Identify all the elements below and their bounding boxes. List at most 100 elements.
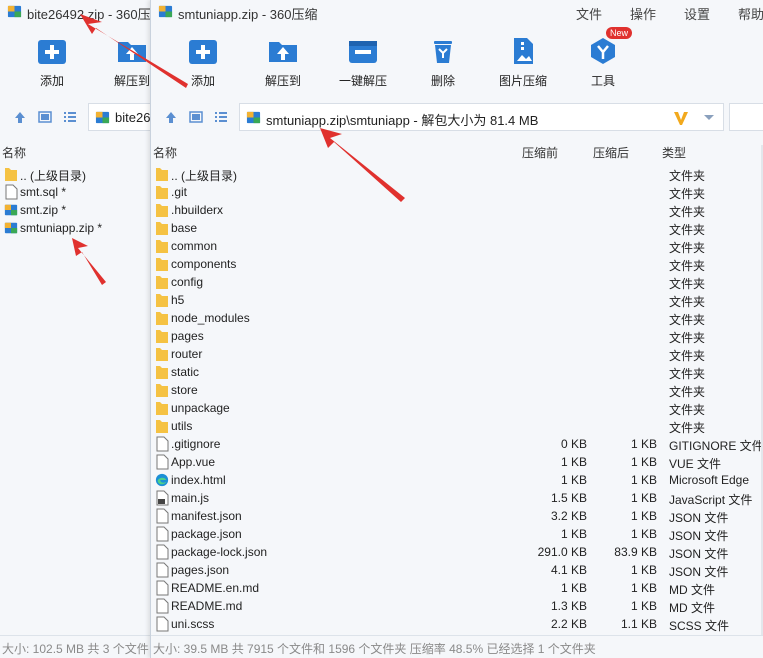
item-type: MD 文件 xyxy=(669,583,715,597)
list-item[interactable]: smt.zip * xyxy=(0,201,160,219)
table-row[interactable]: README.en.md 1 KB 1 KB MD 文件 xyxy=(151,579,763,597)
item-type: 文件夹 xyxy=(669,367,706,381)
item-type: JavaScript 文件 xyxy=(669,493,753,507)
image-compress-button[interactable]: 图片压缩 xyxy=(490,32,556,89)
table-row[interactable]: manifest.json 3.2 KB 1 KB JSON 文件 xyxy=(151,507,763,525)
search-box[interactable] xyxy=(729,103,763,131)
item-name: .. (上级目录) xyxy=(20,169,86,183)
col-name[interactable]: 名称 xyxy=(153,144,177,161)
one-click-extract-button[interactable]: 一键解压 xyxy=(330,32,396,89)
table-row[interactable]: store 文件夹 xyxy=(151,381,763,399)
delete-icon xyxy=(434,41,452,63)
table-row[interactable]: unpackage 文件夹 xyxy=(151,399,763,417)
item-name: uni.scss xyxy=(171,617,215,631)
column-header: 名称 压缩前 压缩后 类型 xyxy=(151,143,763,161)
table-row[interactable]: uni.scss 2.2 KB 1.1 KB SCSS 文件 xyxy=(151,615,763,633)
table-row[interactable]: router 文件夹 xyxy=(151,345,763,363)
extract-to-button[interactable]: 解压到 xyxy=(250,32,316,89)
table-row[interactable]: main.js 1.5 KB 1 KB JavaScript 文件 xyxy=(151,489,763,507)
table-row[interactable]: config 文件夹 xyxy=(151,273,763,291)
menu-operate[interactable]: 操作 xyxy=(630,4,656,23)
list-item[interactable]: .. (上级目录) xyxy=(0,165,160,183)
item-size-before: 3.2 KB xyxy=(550,509,587,523)
zip-archive-icon xyxy=(158,5,173,18)
table-row[interactable]: node_modules 文件夹 xyxy=(151,309,763,327)
item-name: pages xyxy=(171,329,204,343)
v-logo-icon[interactable] xyxy=(673,110,689,126)
menu-settings[interactable]: 设置 xyxy=(684,4,710,23)
table-row[interactable]: common 文件夹 xyxy=(151,237,763,255)
table-row[interactable]: package-lock.json 291.0 KB 83.9 KB JSON 文件 xyxy=(151,543,763,561)
address-bar[interactable]: smtuniapp.zip\smtuniapp - 解包大小为 81.4 MB xyxy=(239,103,724,131)
table-row[interactable]: base 文件夹 xyxy=(151,219,763,237)
up-arrow-icon[interactable] xyxy=(164,110,178,124)
item-name: static xyxy=(171,365,200,379)
file-icon xyxy=(156,454,169,470)
item-type: 文件夹 xyxy=(669,223,706,237)
item-name: .gitignore xyxy=(171,437,221,451)
one-click-extract-icon xyxy=(349,41,377,63)
table-row[interactable]: App.vue 1 KB 1 KB VUE 文件 xyxy=(151,453,763,471)
col-type[interactable]: 类型 xyxy=(662,144,686,161)
add-icon xyxy=(38,40,66,64)
menu-help[interactable]: 帮助 xyxy=(738,4,763,23)
back-add-button[interactable]: 添加 xyxy=(19,32,85,89)
back-title-bar: bite26492.zip - 360压缩 xyxy=(0,0,160,24)
item-size-before: 1 KB xyxy=(560,473,587,487)
item-name: node_modules xyxy=(171,311,250,325)
tools-label: 工具 xyxy=(590,74,615,88)
chevron-down-icon[interactable] xyxy=(703,114,715,122)
list-item[interactable]: smtuniapp.zip * xyxy=(0,219,160,237)
add-button[interactable]: 添加 xyxy=(170,32,236,89)
item-name: config xyxy=(171,275,204,289)
item-name: main.js xyxy=(171,491,210,505)
item-name: common xyxy=(171,239,218,253)
table-row[interactable]: .git 文件夹 xyxy=(151,183,763,201)
item-name: smt.sql * xyxy=(20,185,67,199)
table-row[interactable]: .hbuilderx 文件夹 xyxy=(151,201,763,219)
back-col-name[interactable]: 名称 xyxy=(2,144,26,161)
menu-file[interactable]: 文件 xyxy=(576,4,602,23)
table-row[interactable]: README.md 1.3 KB 1 KB MD 文件 xyxy=(151,597,763,615)
item-name: package-lock.json xyxy=(171,545,268,559)
up-arrow-icon[interactable] xyxy=(13,110,27,124)
col-before[interactable]: 压缩前 xyxy=(522,144,558,161)
item-type: 文件夹 xyxy=(669,331,706,345)
front-window-title: smtuniapp.zip - 360压缩 xyxy=(178,7,318,22)
item-name: .. (上级目录) xyxy=(171,169,237,183)
item-size-before: 1.5 KB xyxy=(550,491,587,505)
front-window: smtuniapp.zip - 360压缩 文件 操作 设置 帮助 添加 解压到… xyxy=(150,0,763,658)
folder-icon xyxy=(156,402,168,415)
list-view-icon[interactable] xyxy=(63,110,77,124)
js-file-icon xyxy=(156,490,169,506)
back-window: bite26492.zip - 360压缩 添加 解压到 bite26492.z… xyxy=(0,0,160,658)
item-size-before: 1 KB xyxy=(560,455,587,469)
list-view-icon[interactable] xyxy=(214,110,228,124)
table-row[interactable]: pages 文件夹 xyxy=(151,327,763,345)
view-icon[interactable] xyxy=(38,110,52,124)
delete-button[interactable]: 删除 xyxy=(410,32,476,89)
table-row[interactable]: components 文件夹 xyxy=(151,255,763,273)
item-type: VUE 文件 xyxy=(669,457,722,471)
item-type: 文件夹 xyxy=(669,313,706,327)
view-icon[interactable] xyxy=(189,110,203,124)
table-row[interactable]: static 文件夹 xyxy=(151,363,763,381)
item-type: GITIGNORE 文件 xyxy=(669,439,763,453)
tools-button[interactable]: 工具 xyxy=(570,32,636,89)
folder-icon xyxy=(156,186,168,199)
item-name: manifest.json xyxy=(171,509,242,523)
table-row[interactable]: index.html 1 KB 1 KB Microsoft Edge xyxy=(151,471,763,489)
table-row[interactable]: package.json 1 KB 1 KB JSON 文件 xyxy=(151,525,763,543)
list-item[interactable]: smt.sql * xyxy=(0,183,160,201)
item-type: JSON 文件 xyxy=(669,529,729,543)
item-size-before: 1.3 KB xyxy=(550,599,587,613)
item-size-after: 1 KB xyxy=(630,437,657,451)
table-row[interactable]: .. (上级目录) 文件夹 xyxy=(151,165,763,183)
table-row[interactable]: h5 文件夹 xyxy=(151,291,763,309)
col-after[interactable]: 压缩后 xyxy=(593,144,629,161)
item-size-after: 83.9 KB xyxy=(614,545,657,559)
file-icon xyxy=(156,508,169,524)
table-row[interactable]: pages.json 4.1 KB 1 KB JSON 文件 xyxy=(151,561,763,579)
table-row[interactable]: utils 文件夹 xyxy=(151,417,763,435)
table-row[interactable]: .gitignore 0 KB 1 KB GITIGNORE 文件 xyxy=(151,435,763,453)
